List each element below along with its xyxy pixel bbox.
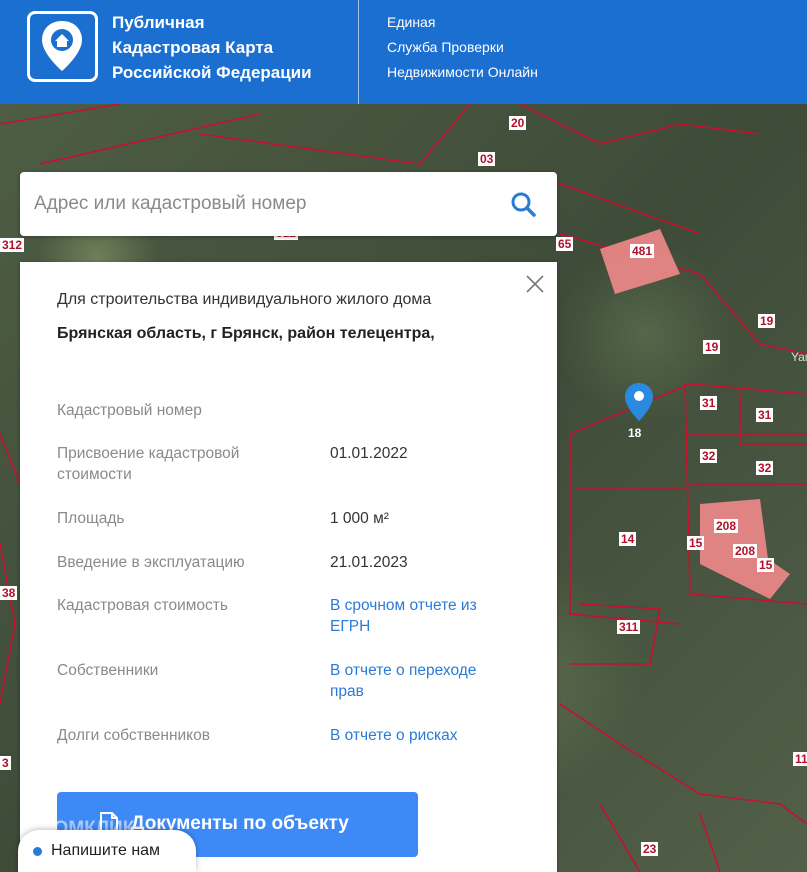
parcel-label[interactable]: 19 xyxy=(703,340,721,354)
row-label-commissioning: Введение в эксплуатацию xyxy=(57,554,245,571)
parcel-info-panel: Для строительства индивидуального жилого… xyxy=(20,262,557,872)
close-button[interactable] xyxy=(525,274,545,294)
service-title: Единая Служба Проверки Недвижимости Онла… xyxy=(387,10,538,85)
search-input[interactable] xyxy=(34,190,494,218)
parcel-label[interactable]: 03 xyxy=(478,152,496,166)
chat-button[interactable]: Напишите нам xyxy=(18,830,196,872)
service-line: Недвижимости Онлайн xyxy=(387,64,538,80)
parcel-label[interactable]: 312 xyxy=(0,238,25,252)
brand-title[interactable]: Публичная Кадастровая Карта Российской Ф… xyxy=(112,10,312,85)
row-label-cadastral-value: Кадастровая стоимость xyxy=(57,597,228,614)
parcel-label[interactable]: 19 xyxy=(758,314,776,328)
service-line: Единая xyxy=(387,14,436,30)
search-icon xyxy=(511,192,536,217)
map-pin-house-icon xyxy=(42,21,82,71)
parcel-label[interactable]: 23 xyxy=(641,842,659,856)
parcel-label[interactable]: 31 xyxy=(756,408,774,422)
parcel-label[interactable]: 3 xyxy=(0,756,11,770)
parcel-label[interactable]: 31 xyxy=(700,396,718,410)
search-bar xyxy=(20,172,557,236)
chat-button-label: Напишите нам xyxy=(51,842,161,859)
land-purpose: Для строительства индивидуального жилого… xyxy=(57,291,432,308)
site-header: Публичная Кадастровая Карта Российской Ф… xyxy=(0,0,807,104)
parcel-label[interactable]: 208 xyxy=(714,519,739,533)
row-label-cadastral-number: Кадастровый номер xyxy=(57,402,202,419)
parcel-label[interactable]: 65 xyxy=(556,237,574,251)
row-value-area: 1 000 м² xyxy=(330,510,389,527)
map-marker[interactable] xyxy=(624,382,654,422)
row-value-valuation-date: 01.01.2022 xyxy=(330,445,408,462)
header-divider xyxy=(358,0,359,104)
parcel-label[interactable]: 311 xyxy=(617,620,641,634)
row-label-owners: Собственники xyxy=(57,662,159,679)
link-risk-report[interactable]: В отчете о рисках xyxy=(330,725,458,746)
brand-line: Кадастровая Карта xyxy=(112,38,274,57)
brand-line: Публичная xyxy=(112,13,205,32)
parcel-label[interactable]: 32 xyxy=(756,461,774,475)
row-label-area: Площадь xyxy=(57,510,125,527)
row-value-commissioning: 21.01.2023 xyxy=(330,554,408,571)
parcel-label[interactable]: 18 xyxy=(626,426,643,440)
parcel-label[interactable]: 38 xyxy=(0,586,18,600)
link-ownership-report[interactable]: В отчете о переходе прав xyxy=(330,660,480,702)
row-label-valuation-date: Присвоение кадастровой стоимости xyxy=(57,445,240,483)
parcel-label[interactable]: 15 xyxy=(687,536,705,550)
parcel-label[interactable]: 20 xyxy=(509,116,527,130)
street-label: Yan xyxy=(791,350,807,364)
parcel-label[interactable]: 111 xyxy=(793,752,807,766)
parcel-label[interactable]: 481 xyxy=(630,244,655,258)
service-line: Служба Проверки xyxy=(387,39,504,55)
parcel-label[interactable]: 32 xyxy=(700,449,718,463)
row-label-owner-debts: Долги собственников xyxy=(57,727,210,744)
logo[interactable] xyxy=(27,11,98,82)
map-pin-icon xyxy=(625,383,653,421)
parcel-label[interactable]: 14 xyxy=(619,532,637,546)
online-dot-icon xyxy=(33,847,42,856)
parcel-address: Брянская область, г Брянск, район телеце… xyxy=(57,325,435,342)
parcel-label[interactable]: 208 xyxy=(733,544,758,558)
link-cadastral-value-report[interactable]: В срочном отчете из ЕГРН xyxy=(330,595,490,637)
parcel-label[interactable]: 15 xyxy=(757,558,775,572)
close-icon xyxy=(526,275,544,293)
brand-line: Российской Федерации xyxy=(112,63,312,82)
search-button[interactable] xyxy=(509,190,537,218)
